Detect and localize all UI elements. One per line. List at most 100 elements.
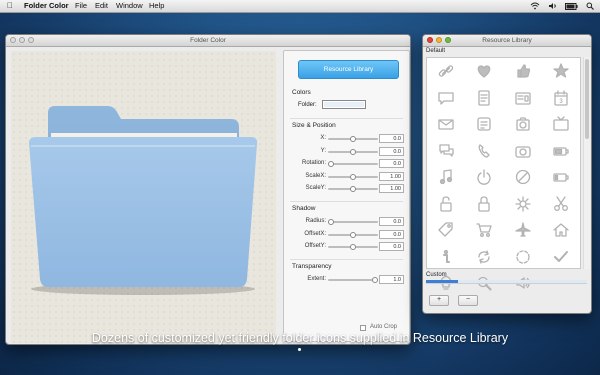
resource-library-button[interactable]: Resource Library [298,60,399,79]
menu-edit[interactable]: Edit [95,0,108,12]
promo-caption: Dozens of customized yet friendly folder… [91,331,509,345]
library-icon-cell[interactable] [504,85,542,112]
library-icon-cell[interactable] [504,111,542,138]
link-icon [438,65,454,77]
menu-app-name[interactable]: Folder Color [24,0,69,12]
library-icon-cell[interactable] [427,191,465,218]
size-position-slider-knob[interactable] [350,173,356,180]
custom-icons-strip[interactable] [426,280,587,284]
library-icon-cell[interactable] [542,111,580,138]
shadow-value-field[interactable]: 0.0 [379,242,404,251]
library-icon-cell[interactable] [542,244,580,271]
transparency-value-field[interactable]: 1.0 [379,275,404,284]
size-position-value-field[interactable]: 0.0 [379,159,404,168]
library-icon-cell[interactable] [542,138,580,165]
menu-window[interactable]: Window [116,0,143,12]
shadow-value-field[interactable]: 0.0 [379,229,404,239]
battery-icon[interactable] [565,2,578,10]
library-icon-cell[interactable] [465,111,503,138]
size-position-label: Rotation: [301,160,326,166]
library-icon-cell[interactable] [542,58,580,85]
size-position-slider[interactable] [328,173,378,180]
library-icon-cell[interactable] [427,111,465,138]
volume-icon[interactable] [548,2,557,10]
size-position-value-field[interactable]: 0.0 [379,146,404,156]
zoom-button[interactable] [28,37,34,43]
wifi-icon[interactable] [530,2,540,10]
home-icon [553,223,569,237]
size-position-slider-knob[interactable] [350,186,356,192]
transparency-slider[interactable] [328,277,378,283]
library-icon-cell[interactable] [427,138,465,165]
size-position-slider-knob[interactable] [350,148,356,155]
library-icon-cell[interactable] [465,244,503,271]
size-position-value-field[interactable]: 1.00 [379,184,404,193]
minimize-button[interactable] [19,37,25,43]
size-position-slider[interactable] [328,161,378,167]
shadow-slider-knob[interactable] [328,219,334,225]
size-position-row: Y: 0.0 [292,146,404,156]
shadow-slider[interactable] [328,231,378,238]
library-icon-cell[interactable] [542,191,580,218]
size-position-slider-knob[interactable] [350,136,356,142]
shadow-section-title: Shadow [292,205,316,212]
library-icon-cell[interactable] [504,164,542,191]
section-divider [290,118,403,119]
menu-help[interactable]: Help [149,0,164,12]
library-icon-cell[interactable] [427,217,465,244]
cart-icon [476,223,493,238]
minimize-button[interactable] [436,37,442,43]
library-icon-cell[interactable] [465,164,503,191]
library-icon-cell[interactable] [542,164,580,191]
shadow-value-field[interactable]: 0.0 [379,217,404,226]
apple-menu-icon[interactable]:  [7,0,13,12]
library-icon-cell[interactable] [465,217,503,244]
library-icon-cell[interactable] [504,191,542,218]
library-icon-cell[interactable] [542,217,580,244]
icon-grid-scrollbar[interactable] [583,57,590,269]
shadow-slider-knob[interactable] [350,244,356,250]
library-icon-cell[interactable] [504,138,542,165]
menu-file[interactable]: File [75,0,87,12]
size-position-slider-knob[interactable] [328,161,334,167]
heart-icon [478,65,491,78]
refresh-icon [478,250,491,264]
window-title: Resource Library [482,37,532,44]
library-icon-cell[interactable] [465,85,503,112]
library-icon-cell[interactable] [465,191,503,218]
remove-icon-button[interactable]: − [458,295,478,306]
library-icon-cell[interactable] [504,58,542,85]
library-icon-cell[interactable] [427,164,465,191]
shadow-slider[interactable] [328,244,378,250]
size-position-slider[interactable] [328,186,378,192]
zoom-button[interactable] [445,37,451,43]
shadow-row: OffsetX: 0.0 [292,229,404,239]
chat-icon [439,144,454,157]
folder-color-well[interactable] [322,100,366,109]
size-position-value-field[interactable]: 1.00 [379,171,404,181]
page-indicator-dot [298,348,301,351]
library-icon-cell[interactable] [504,244,542,271]
music-note-icon [439,169,453,185]
size-position-value-field[interactable]: 0.0 [379,134,404,143]
close-button[interactable] [10,37,16,43]
size-position-row: Rotation: 0.0 [292,159,404,168]
size-position-slider[interactable] [328,136,378,142]
library-icon-cell[interactable] [465,58,503,85]
shadow-slider-knob[interactable] [350,231,356,238]
close-button[interactable] [427,37,433,43]
add-icon-button[interactable]: + [429,295,449,306]
library-icon-cell[interactable]: 3 [542,85,580,112]
shadow-slider[interactable] [328,219,378,225]
library-icon-cell[interactable] [427,244,465,271]
library-icon-cell[interactable] [465,138,503,165]
battery-icon [553,147,569,156]
transparency-slider-knob[interactable] [372,277,378,283]
folder-preview-canvas[interactable] [11,51,276,343]
size-position-slider[interactable] [328,148,378,155]
library-icon-cell[interactable] [427,85,465,112]
library-icon-cell[interactable] [427,58,465,85]
library-icon-cell[interactable] [504,217,542,244]
scrollbar-thumb[interactable] [585,59,589,139]
spotlight-search-icon[interactable] [586,2,594,10]
